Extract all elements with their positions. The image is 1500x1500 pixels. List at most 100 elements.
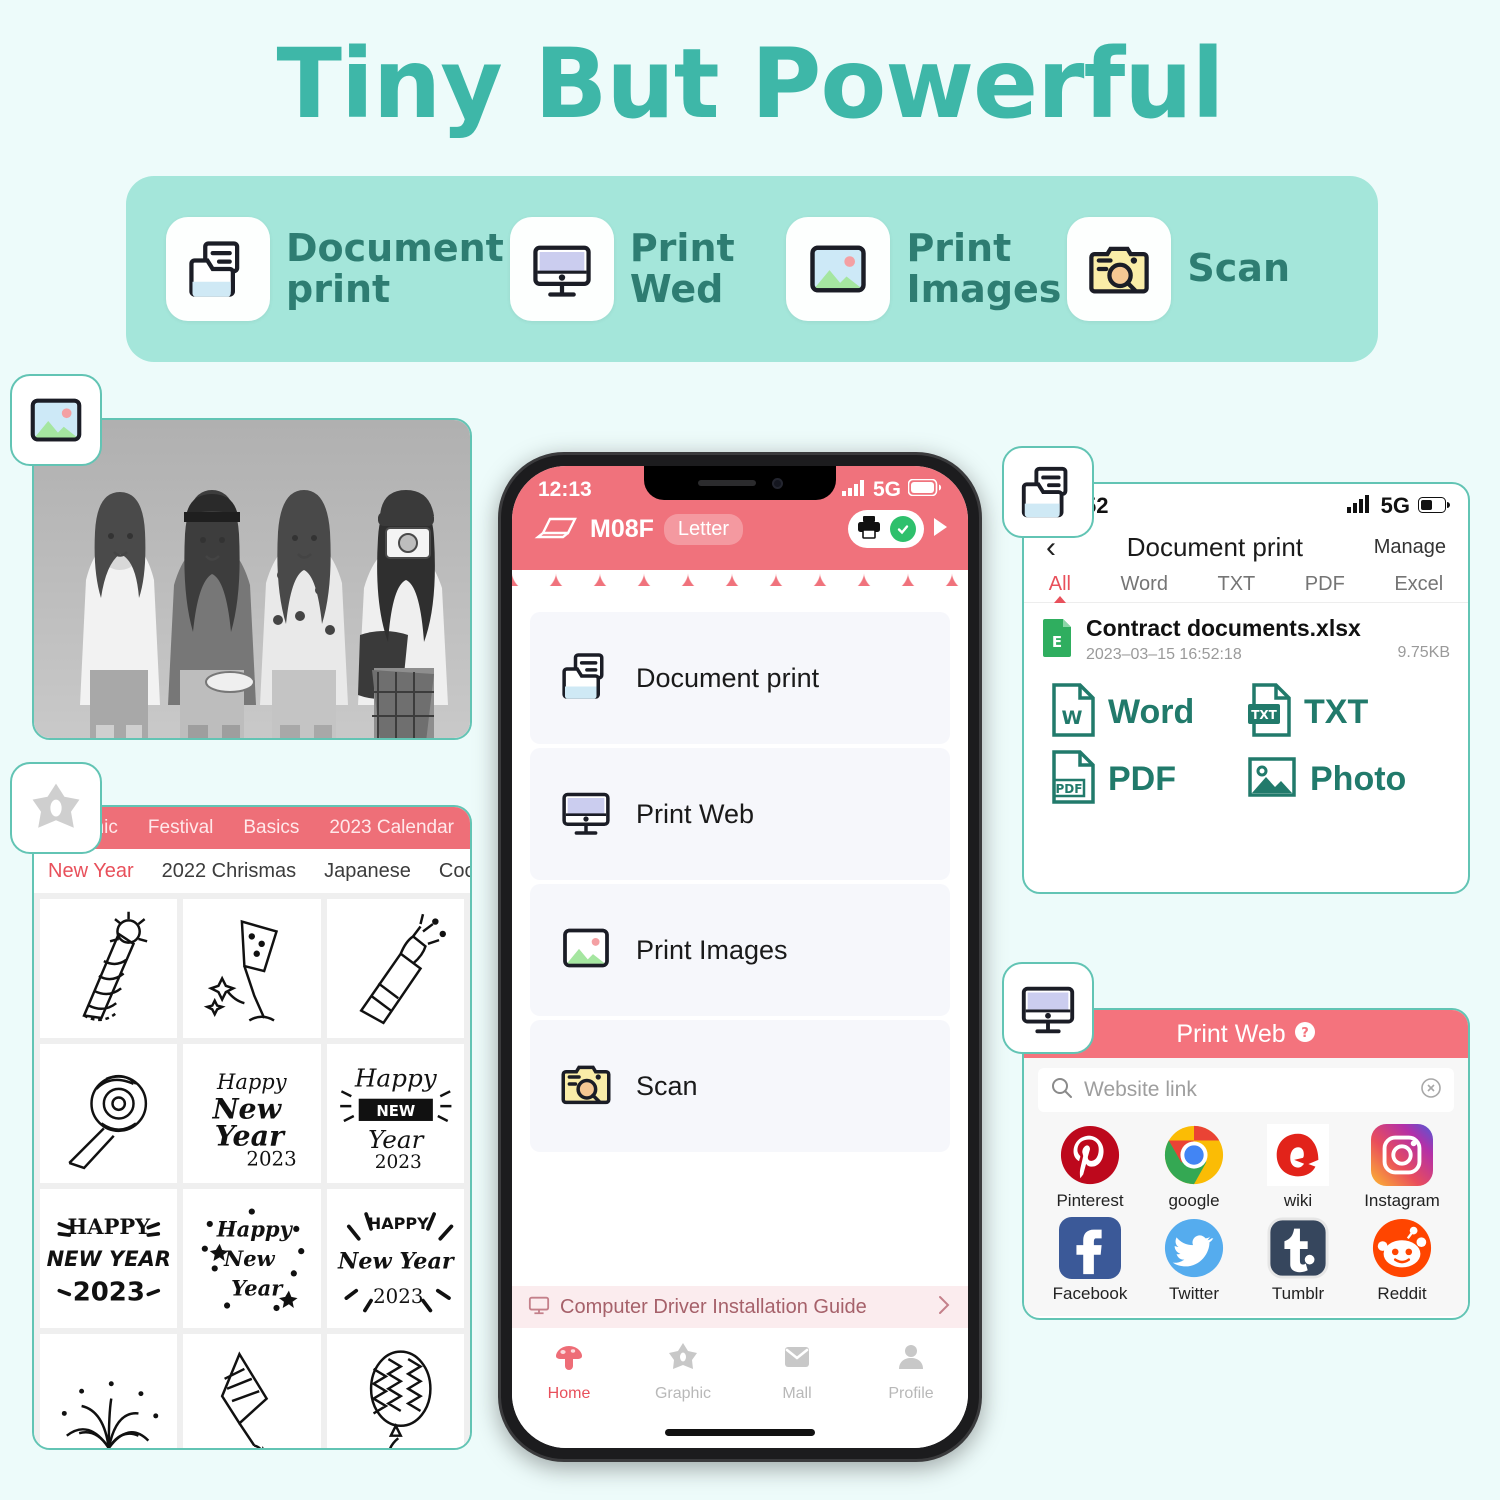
nav-item-profile[interactable]: Profile: [854, 1340, 968, 1403]
status-time: 12:13: [538, 478, 592, 501]
doc-tab-txt[interactable]: TXT: [1217, 573, 1255, 596]
play-arrow-icon[interactable]: [932, 516, 950, 543]
sticker-tab-2023-calendar[interactable]: 2023 Calendar: [329, 817, 454, 839]
check-circle-icon: [890, 516, 916, 542]
photo-badge-icon: [10, 374, 102, 466]
feature-print-web[interactable]: Print Wed: [509, 217, 781, 321]
document-header: ‹ Document print Manage: [1024, 528, 1468, 573]
phone-menu-list: Document print Print Web Print Images Sc…: [512, 586, 968, 1152]
web-app-google[interactable]: google: [1142, 1124, 1246, 1211]
doc-type-photo[interactable]: Photo: [1246, 749, 1442, 810]
phone-mockup: 12:13 5G M08F Letter Document print Prin…: [498, 452, 982, 1462]
sticker-subcategory-tabs[interactable]: New Year 2022 Chrismas Japanese Cool Sum…: [34, 849, 470, 893]
web-app-wiki[interactable]: wiki: [1246, 1124, 1350, 1211]
doc-type-word[interactable]: W Word: [1050, 682, 1246, 743]
nav-item-graphic[interactable]: Graphic: [626, 1340, 740, 1403]
sticker-item[interactable]: [40, 1044, 178, 1183]
sticker-library-card: Comic Festival Basics 2023 Calendar New …: [32, 805, 472, 1450]
facebook-icon: [1059, 1217, 1121, 1279]
sticker-item[interactable]: HAPPY NEW YEAR 2023: [40, 1189, 178, 1328]
sticker-item[interactable]: [326, 899, 464, 1038]
sticker-item[interactable]: [326, 1334, 464, 1448]
web-app-instagram[interactable]: Instagram: [1350, 1124, 1454, 1211]
feature-label-line2: print: [286, 267, 391, 311]
nav-label: Mall: [782, 1385, 812, 1402]
excel-file-icon: E: [1042, 617, 1074, 662]
chevron-right-icon[interactable]: [936, 1294, 952, 1321]
nav-label: Graphic: [654, 1385, 712, 1402]
svg-text:?: ?: [1301, 1026, 1309, 1041]
web-app-label: Twitter: [1168, 1284, 1220, 1303]
doc-type-label: TXT: [1304, 693, 1369, 731]
web-app-twitter[interactable]: Twitter: [1142, 1217, 1246, 1304]
svg-text:Year: Year: [368, 1125, 426, 1154]
sticker-item[interactable]: Happy New Year 2023: [183, 1044, 321, 1183]
svg-text:New: New: [223, 1246, 276, 1271]
doc-tab-all[interactable]: All: [1049, 573, 1071, 596]
sticker-item[interactable]: Happy New Year: [183, 1189, 321, 1328]
website-link-search[interactable]: Website link: [1038, 1068, 1454, 1112]
document-print-icon: [558, 648, 614, 709]
doc-type-pdf[interactable]: PDF PDF: [1050, 749, 1246, 810]
feature-print-images[interactable]: Print Images: [786, 217, 1061, 321]
network-label: 5G: [872, 478, 901, 501]
doc-type-txt[interactable]: TXT TXT: [1246, 682, 1442, 743]
menu-item-scan[interactable]: Scan: [530, 1020, 950, 1152]
sticker-item[interactable]: HAPPY New Year 2023: [326, 1189, 464, 1328]
menu-item-print-images[interactable]: Print Images: [530, 884, 950, 1016]
sticker-item[interactable]: [40, 1334, 178, 1448]
doc-tab-pdf[interactable]: PDF: [1305, 573, 1345, 596]
print-web-title: Print Web: [1176, 1019, 1286, 1048]
web-app-facebook[interactable]: Facebook: [1038, 1217, 1142, 1304]
document-file-row[interactable]: E Contract documents.xlsx 2023–03–15 16:…: [1024, 603, 1468, 672]
nav-item-home[interactable]: Home: [512, 1340, 626, 1403]
sticker-item[interactable]: [183, 1334, 321, 1448]
doc-type-label: Word: [1108, 693, 1195, 731]
driver-guide-banner[interactable]: Computer Driver Installation Guide: [512, 1286, 968, 1328]
sticker-grid: Happy New Year 2023 Happy NEW Year 2023: [34, 893, 470, 1448]
reddit-icon: [1371, 1217, 1433, 1279]
paper-size-badge[interactable]: Letter: [663, 513, 744, 545]
help-circle-icon[interactable]: ?: [1294, 1021, 1316, 1048]
doc-tab-word[interactable]: Word: [1121, 573, 1168, 596]
web-app-tumblr[interactable]: Tumblr: [1246, 1217, 1350, 1304]
feature-label-line1: Print: [906, 225, 1012, 270]
nav-item-mall[interactable]: Mall: [740, 1340, 854, 1403]
sticker-tab-basics[interactable]: Basics: [243, 817, 299, 839]
photo-preview-card: [32, 418, 472, 740]
menu-item-document-print[interactable]: Document print: [530, 612, 950, 744]
sticker-subtab-new-year[interactable]: New Year: [48, 860, 134, 883]
feature-scan[interactable]: Scan: [1067, 217, 1338, 321]
sticker-subtab-cool-summer[interactable]: Cool Summer: [439, 860, 470, 883]
printer-status-pill[interactable]: [848, 510, 924, 548]
web-app-pinterest[interactable]: Pinterest: [1038, 1124, 1142, 1211]
sticker-item[interactable]: [183, 899, 321, 1038]
feature-label: Print Images: [906, 225, 1061, 310]
document-filter-tabs[interactable]: All Word TXT PDF Excel: [1024, 573, 1468, 603]
svg-text:HAPPY: HAPPY: [67, 1214, 151, 1239]
image-icon: [786, 217, 891, 321]
star-sticker-badge-icon: [10, 762, 102, 854]
phone-notch: [644, 466, 836, 500]
svg-text:W: W: [1062, 707, 1083, 729]
file-date: 2023–03–15 16:52:18: [1086, 646, 1242, 663]
front-camera-icon: [771, 477, 783, 489]
printer-device-icon: [534, 511, 580, 548]
web-app-label: Pinterest: [1056, 1191, 1124, 1210]
clear-circle-icon[interactable]: [1420, 1077, 1442, 1104]
star-sticker-icon: [666, 1340, 700, 1379]
menu-item-print-web[interactable]: Print Web: [530, 748, 950, 880]
sticker-subtab-japanese[interactable]: Japanese: [324, 860, 411, 883]
sticker-item[interactable]: Happy NEW Year 2023: [326, 1044, 464, 1183]
sticker-tab-festival[interactable]: Festival: [148, 817, 213, 839]
web-app-reddit[interactable]: Reddit: [1350, 1217, 1454, 1304]
svg-text:PDF: PDF: [1056, 782, 1083, 796]
feature-document-print[interactable]: Document print: [166, 217, 504, 321]
svg-text:2023: 2023: [374, 1152, 421, 1173]
photo-image: [34, 420, 470, 738]
monitor-icon: [558, 784, 614, 845]
sticker-subtab-2022-chrismas[interactable]: 2022 Chrismas: [162, 860, 297, 883]
manage-button[interactable]: Manage: [1374, 536, 1446, 559]
doc-tab-excel[interactable]: Excel: [1394, 573, 1443, 596]
sticker-item[interactable]: [40, 899, 178, 1038]
